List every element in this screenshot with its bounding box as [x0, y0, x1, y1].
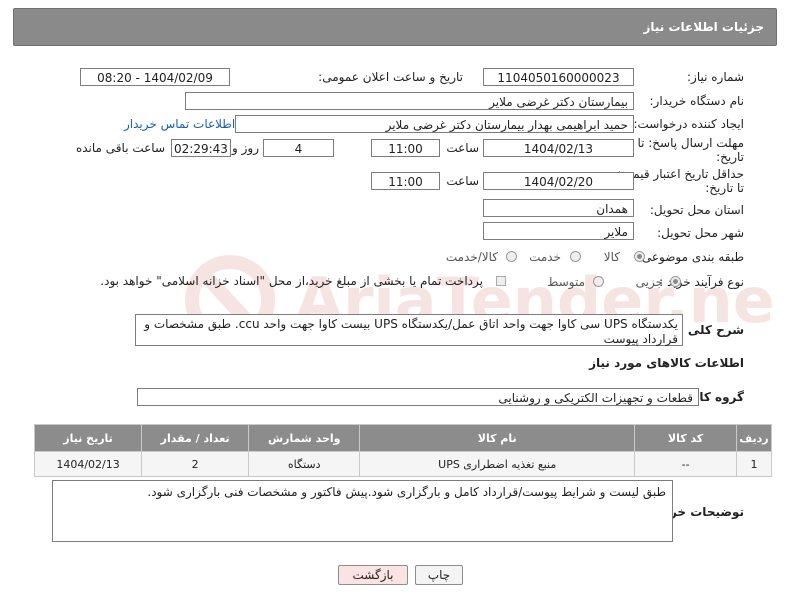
category-radio-goods[interactable]	[634, 251, 645, 262]
col-code: کد کالا	[634, 424, 738, 452]
deadline-time-field: 11:00	[371, 139, 440, 157]
cell-unit: دستگاه	[248, 451, 361, 477]
city-label: شهر محل تحویل:	[657, 226, 744, 240]
price-validity-date-field: 1404/02/20	[483, 172, 634, 190]
deadline-label-line1: مهلت ارسال پاسخ: تا	[637, 136, 744, 150]
cell-date: 1404/02/13	[33, 451, 143, 477]
category-radio-service[interactable]	[570, 251, 581, 262]
deadline-date-field: 1404/02/13	[483, 139, 634, 157]
province-label: استان محل تحویل:	[649, 203, 744, 217]
category-radio-goods-service[interactable]	[506, 251, 517, 262]
buyer-org-label: نام دستگاه خریدار:	[649, 94, 745, 108]
city-field: ملایر	[483, 222, 634, 240]
description-textarea[interactable]: یکدستگاه UPS سی کاوا جهت واحد اتاق عمل/ی…	[135, 314, 683, 346]
description-text: یکدستگاه UPS سی کاوا جهت واحد اتاق عمل/ی…	[144, 317, 678, 346]
treasury-payment-note: پرداخت تمام یا بخشی از مبلغ خرید،از محل …	[100, 274, 483, 288]
buyer-contact-link[interactable]: اطلاعات تماس خریدار	[124, 117, 235, 131]
process-option-medium: متوسط	[547, 275, 585, 289]
goods-table: ردیف کد کالا نام کالا واحد شمارش تعداد /…	[33, 424, 772, 477]
back-button[interactable]: بازگشت	[338, 565, 408, 585]
price-validity-time-field: 11:00	[371, 172, 440, 190]
category-option-service: خدمت	[529, 250, 561, 264]
need-number-label: شماره نیاز:	[687, 70, 744, 84]
col-name: نام کالا	[359, 424, 636, 452]
col-qty: تعداد / مقدار	[141, 424, 250, 452]
deadline-days-field: 4	[263, 139, 334, 157]
buyer-org-field: بیمارستان دکتر غرضی ملایر	[185, 92, 634, 110]
buyer-notes-text: طبق لیست و شرایط پیوست/قرارداد کامل و با…	[147, 485, 666, 499]
price-validity-label-line2: تا تاریخ:	[705, 181, 744, 195]
price-validity-time-label: ساعت	[446, 174, 479, 188]
remaining-time-field: 02:29:43	[171, 139, 231, 157]
requester-label: ایجاد کننده درخواست:	[633, 117, 744, 131]
goods-group-field: قطعات و تجهیزات الکتریکی و روشنایی	[137, 388, 699, 406]
announce-datetime-field: 1404/02/09 - 08:20	[80, 68, 230, 86]
deadline-time-label: ساعت	[446, 141, 479, 155]
treasury-payment-checkbox[interactable]	[496, 276, 506, 286]
process-radio-medium[interactable]	[593, 276, 604, 287]
process-option-minor: جزیی	[635, 275, 663, 289]
deadline-label-line2: تاریخ:	[716, 150, 744, 164]
col-date: تاریخ نیاز	[33, 424, 143, 452]
header-panel: جزئیات اطلاعات نیاز	[13, 8, 777, 46]
col-unit: واحد شمارش	[248, 424, 361, 452]
cell-code: --	[634, 451, 738, 477]
remaining-time-label: ساعت باقی مانده	[75, 141, 165, 155]
category-label: طبقه بندی موضوعی:	[637, 250, 744, 264]
price-validity-label-line1: حداقل تاریخ اعتبار قیمت:	[617, 167, 744, 181]
table-row: 1 -- منبع تغذیه اضطراری UPS دستگاه 2 140…	[33, 451, 772, 477]
goods-section-title: اطلاعات کالاهای مورد نیاز	[589, 356, 744, 370]
announce-label: تاریخ و ساعت اعلان عمومی:	[318, 70, 463, 84]
goods-table-header: ردیف کد کالا نام کالا واحد شمارش تعداد /…	[33, 424, 772, 452]
process-radio-minor[interactable]	[670, 276, 681, 287]
print-button[interactable]: چاپ	[415, 565, 463, 585]
category-option-goods: کالا	[603, 250, 620, 264]
buyer-notes-textarea[interactable]: طبق لیست و شرایط پیوست/قرارداد کامل و با…	[52, 480, 673, 542]
need-number-field: 1104050160000023	[483, 68, 634, 86]
category-option-goods-service: کالا/خدمت	[445, 250, 498, 264]
province-field: همدان	[483, 199, 634, 217]
cell-name: منبع تغذیه اضطراری UPS	[359, 451, 636, 477]
cell-row: 1	[736, 451, 772, 477]
page-title: جزئیات اطلاعات نیاز	[643, 20, 764, 34]
deadline-days-label: روز و	[232, 141, 259, 155]
cell-qty: 2	[141, 451, 250, 477]
col-row: ردیف	[736, 424, 772, 452]
requester-field: حمید ابراهیمی بهدار بیمارستان دکتر غرضی …	[235, 115, 634, 133]
